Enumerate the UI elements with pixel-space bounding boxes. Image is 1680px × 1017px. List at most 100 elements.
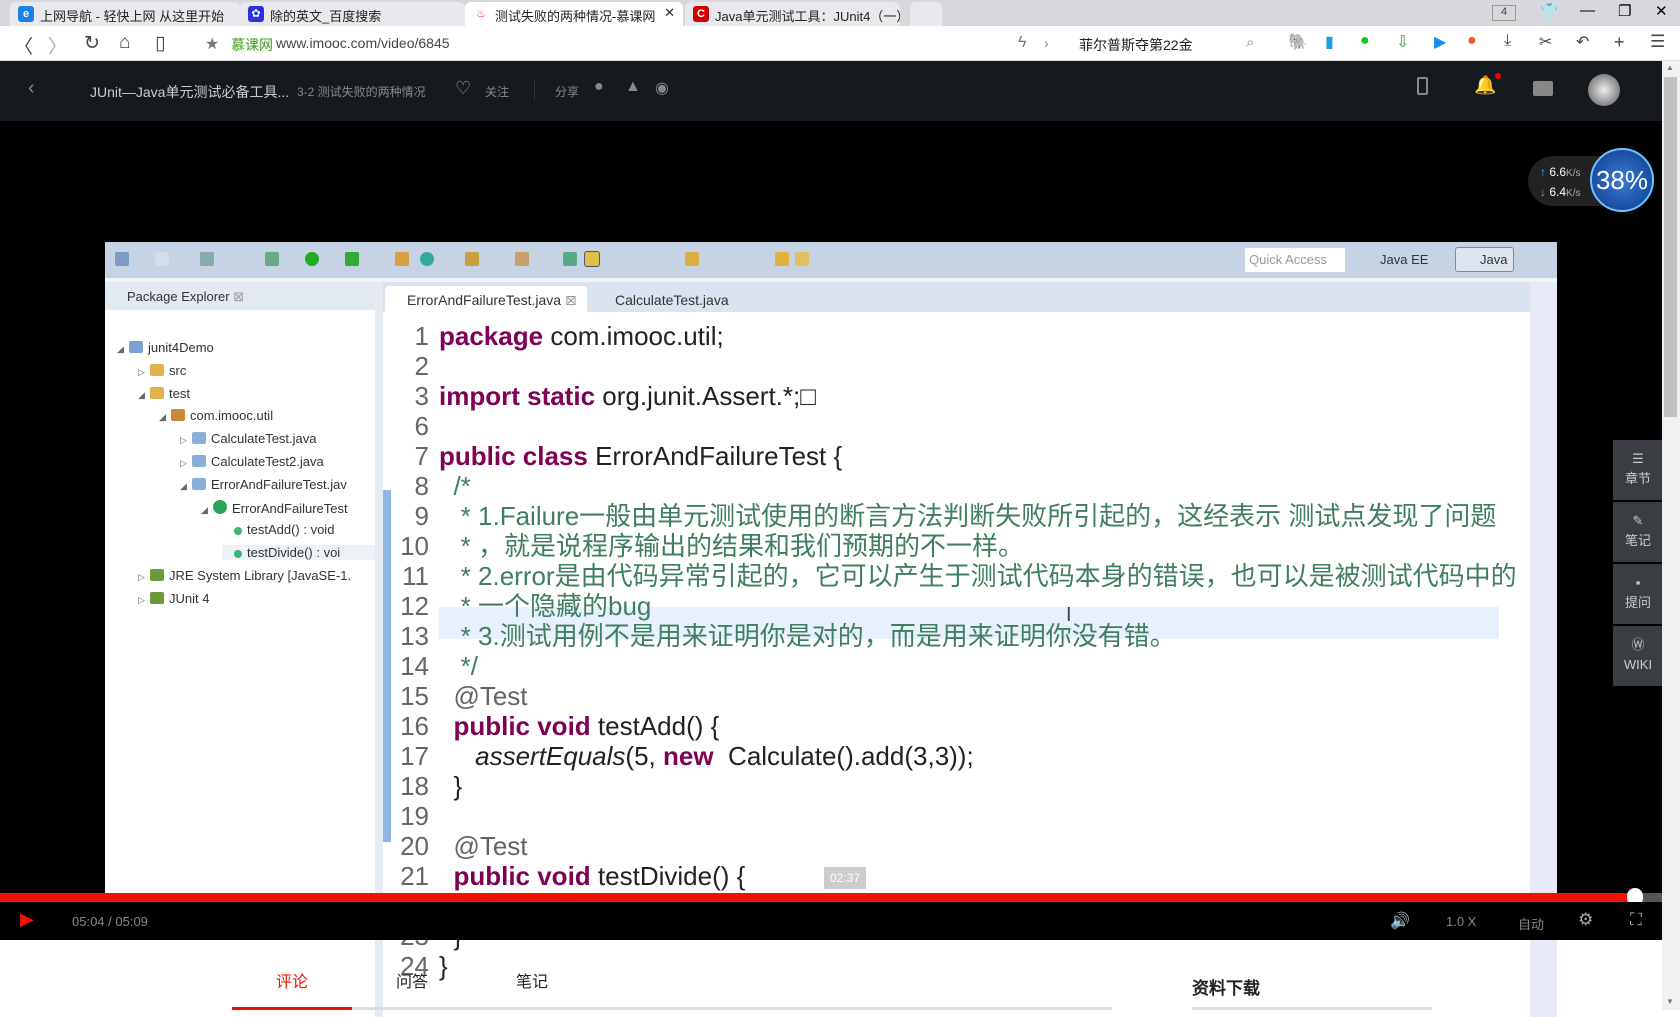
download-arrow-icon[interactable]: ⇩: [1396, 32, 1409, 52]
collapsed-icon[interactable]: ▷: [138, 367, 150, 378]
back-icon[interactable]: 〈: [14, 32, 33, 59]
tab-2[interactable]: 笔记: [516, 968, 548, 992]
tree-item[interactable]: testDivide() : voi: [222, 545, 382, 561]
scroll-up-icon[interactable]: ▲: [1666, 63, 1674, 72]
tab-1[interactable]: 问答: [396, 968, 428, 992]
forward-icon[interactable]: 〉: [48, 32, 67, 59]
speed-button[interactable]: 1.0 X: [1446, 914, 1476, 929]
tree-item[interactable]: ◢ com.imooc.util: [159, 408, 273, 423]
scrollbar-thumb[interactable]: [1664, 77, 1677, 417]
weibo-share-icon[interactable]: ◉: [655, 78, 669, 98]
tree-item[interactable]: ▷ CalculateTest.java: [180, 431, 317, 446]
volume-icon[interactable]: 🔊: [1390, 911, 1410, 931]
code-text: }: [439, 950, 448, 982]
collapsed-icon[interactable]: ▷: [180, 435, 192, 446]
fullscreen-icon[interactable]: ⛶: [1630, 910, 1642, 930]
url-input[interactable]: www.imooc.com/video/6845: [276, 35, 450, 51]
code-text: public class ErrorAndFailureTest {: [439, 440, 842, 472]
collapsed-icon[interactable]: ▷: [180, 458, 192, 469]
tree-item[interactable]: testAdd() : void: [222, 522, 334, 537]
notification-dot: [1495, 73, 1501, 79]
plus-icon[interactable]: +: [1614, 32, 1625, 53]
side-button[interactable]: ▪ 提问: [1613, 564, 1663, 624]
tree-item[interactable]: ▷ src: [138, 363, 186, 378]
play-icon[interactable]: ▶: [1434, 32, 1446, 52]
line-number: 14: [400, 651, 429, 681]
tree-item[interactable]: ◢ junit4Demo: [117, 340, 214, 355]
code-token: com.imooc.util;: [550, 321, 724, 351]
qq-share-icon[interactable]: ▲: [625, 78, 641, 96]
close-tab-icon[interactable]: ✕: [664, 5, 675, 21]
avatar[interactable]: [1588, 74, 1620, 106]
question-bubble-icon: ▪: [1635, 575, 1641, 590]
follow-button[interactable]: 关注: [485, 83, 509, 100]
memory-ball[interactable]: 38%: [1590, 148, 1654, 212]
browser-tab-active[interactable]: ♨ 测试失败的两种情况-慕课网 ✕: [465, 2, 683, 26]
expanded-icon[interactable]: ◢: [117, 344, 129, 355]
weibo-app-icon[interactable]: ●: [1467, 32, 1477, 50]
tree-item[interactable]: ◢ test: [138, 386, 190, 401]
side-button[interactable]: ☰ 章节: [1613, 440, 1663, 500]
download-icon[interactable]: ⤓: [1504, 32, 1511, 50]
quality-button[interactable]: 自动: [1518, 914, 1544, 933]
class-icon: [420, 252, 434, 266]
play-icon[interactable]: ▶: [20, 909, 34, 930]
minimize-button[interactable]: —: [1580, 2, 1595, 19]
method-icon: [234, 527, 242, 536]
expanded-icon[interactable]: ◢: [201, 505, 213, 516]
reader-icon[interactable]: ▯: [155, 32, 165, 55]
heart-icon[interactable]: ♡: [455, 78, 471, 99]
side-button[interactable]: ✎ 笔记: [1613, 502, 1663, 562]
side-button[interactable]: Ⓦ WIKI: [1613, 626, 1663, 686]
wechat-share-icon[interactable]: ●: [594, 78, 604, 96]
evernote-icon[interactable]: 🐘: [1288, 32, 1308, 52]
new-tab-button[interactable]: [910, 2, 942, 26]
restore-button[interactable]: ❐: [1618, 2, 1631, 20]
back-icon[interactable]: ‹: [28, 77, 35, 100]
browser-tab[interactable]: ✿ 除的英文_百度搜索: [240, 2, 465, 26]
mail-icon[interactable]: [1533, 81, 1553, 96]
search-icon[interactable]: ⌕: [1246, 34, 1254, 51]
refresh-icon[interactable]: ↻: [84, 32, 100, 55]
tree-item[interactable]: ▷ CalculateTest2.java: [180, 454, 324, 469]
search-input[interactable]: 菲尔普斯夺第22金: [1079, 35, 1193, 55]
tree-item[interactable]: ◢ ErrorAndFailureTest: [201, 499, 348, 516]
course-title[interactable]: JUnit—Java单元测试必备工具...: [90, 82, 289, 102]
video-player[interactable]: Quick Access Java EE Java Package Explor…: [0, 121, 1662, 1017]
bell-icon[interactable]: 🔔: [1474, 75, 1496, 96]
scissors-icon[interactable]: ✂: [1539, 32, 1552, 52]
star-icon[interactable]: ★: [205, 34, 219, 54]
phone-icon[interactable]: ▮: [1325, 32, 1334, 52]
mobile-icon[interactable]: [1417, 77, 1428, 95]
close-window-button[interactable]: ✕: [1655, 2, 1668, 20]
settings-gear-icon[interactable]: ⚙: [1578, 910, 1593, 930]
home-icon[interactable]: ⌂: [119, 32, 130, 54]
scroll-down-icon[interactable]: ▼: [1666, 997, 1674, 1006]
tab-0[interactable]: 评论: [276, 968, 308, 992]
tree-item[interactable]: ▷ JUnit 4: [138, 591, 209, 606]
undo-icon[interactable]: ↶: [1576, 32, 1589, 52]
expanded-icon[interactable]: ◢: [180, 481, 192, 492]
collapsed-icon[interactable]: ▷: [138, 595, 150, 606]
file-icon: [192, 477, 206, 490]
chevron-right-icon[interactable]: ›: [1044, 35, 1049, 51]
wechat-icon[interactable]: ●: [1360, 32, 1370, 50]
collapsed-icon[interactable]: ▷: [138, 572, 150, 583]
skin-icon[interactable]: 👕: [1540, 2, 1559, 20]
expanded-icon[interactable]: ◢: [159, 412, 171, 423]
menu-icon[interactable]: ☰: [1650, 32, 1665, 52]
browser-tab[interactable]: e 上网导航 - 轻快上网 从这里开始: [10, 2, 240, 26]
editor-tab: CalculateTest.java: [615, 292, 729, 308]
lightning-icon[interactable]: ϟ: [1018, 34, 1026, 52]
code-token: * ，就是说程序输出的结果和我们预期的不一样。: [439, 531, 1025, 561]
progress-bar[interactable]: [0, 888, 1662, 906]
expanded-icon[interactable]: ◢: [138, 390, 150, 401]
tree-item[interactable]: ◢ ErrorAndFailureTest.jav: [180, 477, 347, 492]
code-token: Calculate().add(3,3));: [720, 741, 974, 771]
tree-item[interactable]: ▷ JRE System Library [JavaSE-1.: [138, 568, 351, 583]
code-line: 16 public void testAdd() {: [383, 710, 1503, 742]
browser-tab[interactable]: C Java单元测试工具：JUnit4（一）: [685, 2, 900, 26]
ide-toolbar: Quick Access Java EE Java: [105, 242, 1557, 278]
page-scrollbar[interactable]: ▲ ▼: [1662, 61, 1680, 1010]
tab-count[interactable]: 4: [1492, 5, 1516, 21]
